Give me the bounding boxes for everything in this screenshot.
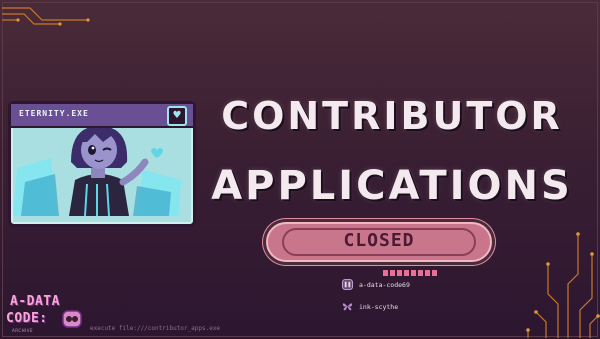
heart-icon[interactable]: ♥ [167, 106, 187, 126]
logo-line-2: CODE: [6, 311, 48, 326]
logo-badge-icon [62, 310, 82, 328]
a-data-code-logo: A-DATA CODE: ARCHIVE [2, 294, 88, 338]
circuit-decoration-top-left [2, 7, 90, 26]
character-illustration [11, 128, 193, 224]
status-indicator-dots [383, 261, 439, 280]
circuit-decoration-bottom-right [526, 232, 600, 338]
credit-name: ink-scythe [359, 302, 399, 311]
character-window: ETERNITY.EXE ♥ [8, 101, 196, 227]
headline-line-1: CONTRIBUTOR [221, 94, 563, 138]
credit-item: a-data-code69 [342, 279, 410, 290]
logo-line-1: A-DATA [10, 294, 60, 309]
logo-subtitle: ARCHIVE [12, 328, 34, 333]
data-code-logo-icon [342, 279, 353, 290]
butterfly-icon [342, 303, 353, 311]
status-badge: CLOSED [266, 222, 492, 262]
credit-name: a-data-code69 [359, 280, 410, 289]
command-line: execute file:///contributor_apps.exe [90, 325, 221, 332]
status-label: CLOSED [343, 230, 415, 251]
window-title-bar: ETERNITY.EXE ♥ [11, 104, 193, 128]
window-title: ETERNITY.EXE [19, 109, 89, 118]
headline-line-2: APPLICATIONS [211, 163, 573, 209]
credit-item: ink-scythe [342, 301, 398, 312]
